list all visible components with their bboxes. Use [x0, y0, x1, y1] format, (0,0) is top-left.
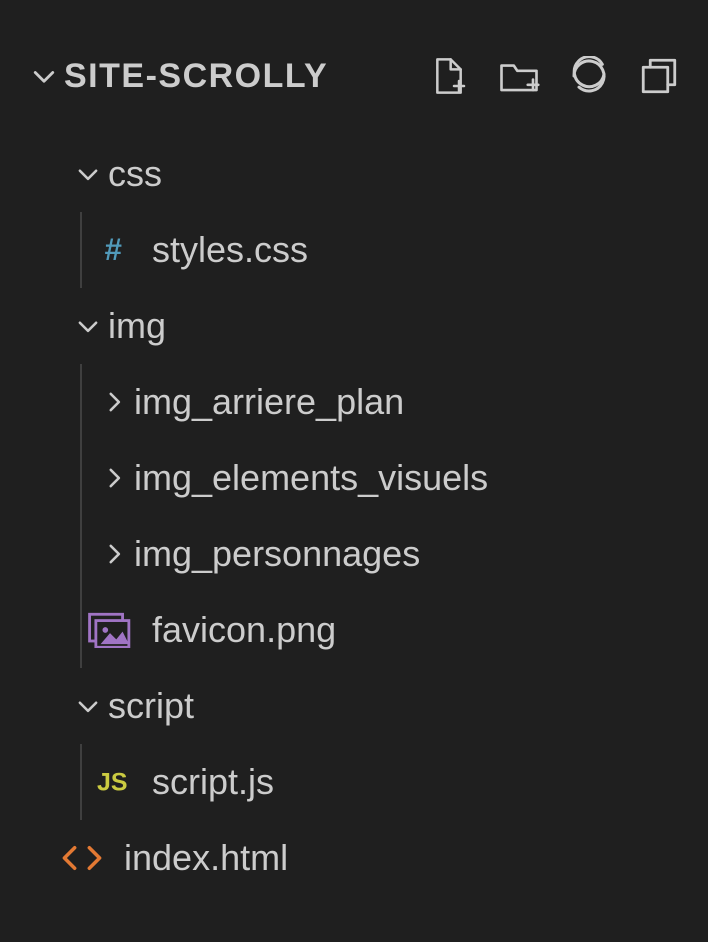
indent-guide: [80, 212, 82, 288]
folder-label: css: [108, 153, 162, 195]
folder-label: img: [108, 305, 166, 347]
explorer-header[interactable]: SITE-SCROLLY: [24, 40, 688, 112]
collapse-all-button[interactable]: [638, 55, 680, 97]
file-styles-css[interactable]: # styles.css: [24, 212, 688, 288]
folder-css[interactable]: css: [24, 136, 688, 212]
folder-img[interactable]: img: [24, 288, 688, 364]
chevron-down-icon: [68, 313, 108, 339]
file-explorer: SITE-SCROLLY: [0, 0, 708, 896]
file-script-js[interactable]: JS script.js: [24, 744, 688, 820]
folder-label: img_elements_visuels: [134, 457, 488, 499]
chevron-right-icon: [94, 465, 134, 491]
indent-guide: [80, 592, 82, 668]
css-file-icon: #: [94, 233, 138, 267]
indent-guide: [80, 744, 82, 820]
indent-guide: [80, 440, 82, 516]
chevron-right-icon: [94, 541, 134, 567]
chevron-right-icon: [94, 389, 134, 415]
file-favicon-png[interactable]: favicon.png: [24, 592, 688, 668]
project-title: SITE-SCROLLY: [64, 57, 328, 96]
file-tree: css # styles.css img: [24, 112, 688, 896]
file-index-html[interactable]: index.html: [24, 820, 688, 896]
folder-label: img_arriere_plan: [134, 381, 404, 423]
indent-guide: [80, 516, 82, 592]
folder-script[interactable]: script: [24, 668, 688, 744]
file-label: script.js: [152, 761, 274, 803]
indent-guide: [80, 364, 82, 440]
js-file-icon: JS: [94, 767, 138, 797]
file-label: favicon.png: [152, 609, 336, 651]
refresh-button[interactable]: [568, 55, 610, 97]
new-folder-button[interactable]: [498, 55, 540, 97]
file-label: styles.css: [152, 229, 308, 271]
file-label: index.html: [124, 837, 288, 879]
html-file-icon: [54, 841, 110, 875]
folder-label: img_personnages: [134, 533, 420, 575]
folder-label: script: [108, 685, 194, 727]
image-file-icon: [82, 612, 138, 648]
folder-img-arriere-plan[interactable]: img_arriere_plan: [24, 364, 688, 440]
folder-img-personnages[interactable]: img_personnages: [24, 516, 688, 592]
svg-text:JS: JS: [97, 768, 127, 796]
header-actions: [428, 55, 688, 97]
chevron-down-icon: [68, 693, 108, 719]
new-file-button[interactable]: [428, 55, 470, 97]
chevron-down-icon: [24, 62, 64, 90]
folder-img-elements-visuels[interactable]: img_elements_visuels: [24, 440, 688, 516]
chevron-down-icon: [68, 161, 108, 187]
svg-text:#: #: [105, 233, 122, 267]
